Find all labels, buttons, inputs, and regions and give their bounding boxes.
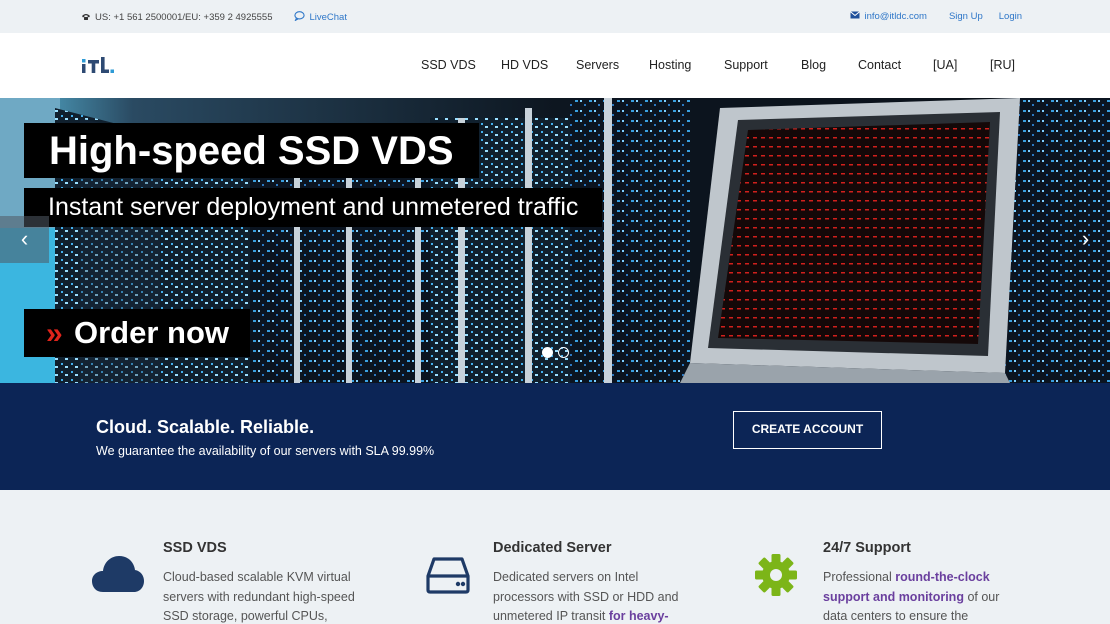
slider-dot-1[interactable] (542, 347, 553, 358)
nav-ssd-vds[interactable]: SSD VDS (421, 58, 476, 72)
slider-prev-button[interactable]: ‹ (0, 216, 49, 263)
hero-subtitle: Instant server deployment and unmetered … (24, 188, 603, 227)
cloud-icon (92, 556, 144, 592)
banner-title: Cloud. Scalable. Reliable. (96, 417, 315, 437)
feature-text: Dedicated servers on Intel processors wi… (493, 570, 679, 623)
banner-text: We guarantee the availability of our ser… (96, 444, 435, 458)
slider-dot-2[interactable] (558, 347, 569, 358)
nav-lang-ua[interactable]: [UA] (933, 58, 957, 72)
site-header: SSD VDS HD VDS Servers Hosting Support B… (0, 33, 1110, 98)
order-now-label: Order now (74, 315, 230, 350)
envelope-icon (850, 11, 861, 22)
top-bar: US: +1 561 2500001/EU: +359 2 4925555 Li… (0, 0, 1110, 33)
double-chevron-icon: » (46, 317, 62, 350)
gear-icon (755, 554, 797, 596)
feature-text: Cloud-based scalable KVM virtual servers… (163, 570, 355, 623)
login-link[interactable]: Login (999, 11, 1022, 22)
nav-servers[interactable]: Servers (576, 58, 619, 72)
chevron-right-icon: › (1081, 226, 1090, 251)
phone-icon (81, 12, 91, 24)
cta-banner: Cloud. Scalable. Reliable. We guarantee … (0, 383, 1110, 490)
nav-contact[interactable]: Contact (858, 58, 901, 72)
contact-info: US: +1 561 2500001/EU: +359 2 4925555 Li… (81, 11, 347, 24)
nav-hosting[interactable]: Hosting (649, 58, 691, 72)
create-account-button[interactable]: CREATE ACCOUNT (733, 411, 882, 449)
chat-icon[interactable] (294, 11, 306, 24)
livechat-link[interactable]: LiveChat (309, 12, 347, 23)
feature-title: 24/7 Support (823, 540, 911, 556)
phone-numbers: US: +1 561 2500001/EU: +359 2 4925555 (95, 12, 273, 23)
nav-support[interactable]: Support (724, 58, 768, 72)
order-now-button[interactable]: » Order now (24, 309, 250, 357)
hard-drive-icon (426, 557, 470, 594)
nav-blog[interactable]: Blog (801, 58, 826, 72)
account-links: info@itldc.com Sign Up Login (850, 11, 1022, 22)
hero-slider: High-speed SSD VDS Instant server deploy… (0, 98, 1110, 383)
hero-title: High-speed SSD VDS (24, 123, 479, 178)
slider-next-button[interactable]: › (1061, 216, 1110, 263)
nav-lang-ru[interactable]: [RU] (990, 58, 1015, 72)
feature-title: SSD VDS (163, 540, 227, 556)
features-section: SSD VDS Cloud-based scalable KVM virtual… (0, 490, 1110, 624)
itl-logo[interactable] (82, 55, 116, 75)
signup-link[interactable]: Sign Up (949, 11, 983, 22)
email-link[interactable]: info@itldc.com (864, 11, 926, 22)
nav-hd-vds[interactable]: HD VDS (501, 58, 548, 72)
feature-title: Dedicated Server (493, 540, 612, 556)
chevron-left-icon: ‹ (20, 226, 29, 251)
feature-text: Professional round-the-clock support and… (823, 570, 1000, 623)
